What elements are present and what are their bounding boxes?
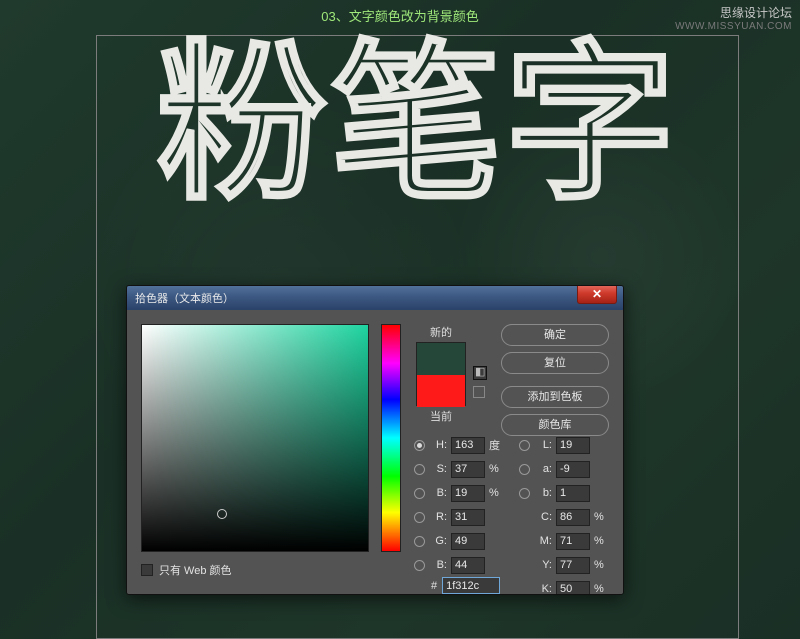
web-only-row: 只有 Web 颜色 — [141, 562, 232, 578]
input-y[interactable] — [556, 557, 590, 574]
page-instruction: 03、文字颜色改为背景颜色 — [321, 6, 478, 25]
radio-bb[interactable] — [414, 560, 425, 571]
swatch-current[interactable] — [417, 375, 465, 407]
radio-s[interactable] — [414, 464, 425, 475]
input-a[interactable] — [556, 461, 590, 478]
hex-row: # — [431, 577, 500, 594]
radio-bv[interactable] — [414, 488, 425, 499]
input-s[interactable] — [451, 461, 485, 478]
color-lib-button[interactable]: 颜色库 — [501, 414, 609, 436]
radio-r[interactable] — [414, 512, 425, 523]
radio-h[interactable] — [414, 440, 425, 451]
web-only-checkbox[interactable] — [141, 564, 153, 576]
watermark-line1: 思缘设计论坛 — [675, 4, 792, 21]
reset-button[interactable]: 复位 — [501, 352, 609, 374]
web-only-label: 只有 Web 颜色 — [159, 562, 232, 578]
chalk-text: 粉笔字 — [157, 39, 679, 210]
dialog-titlebar[interactable]: 拾色器（文本颜色） ✕ — [127, 286, 623, 310]
radio-a[interactable] — [519, 464, 530, 475]
input-l[interactable] — [556, 437, 590, 454]
color-picker-dialog: 拾色器（文本颜色） ✕ 新的 当前 确定 复位 添加到色板 颜色库 H:度 S:… — [126, 285, 624, 595]
new-current-swatch: 新的 当前 — [416, 324, 466, 426]
input-h[interactable] — [451, 437, 485, 454]
close-button[interactable]: ✕ — [577, 285, 617, 304]
input-b2[interactable] — [556, 485, 590, 502]
input-hex[interactable] — [442, 577, 500, 594]
dialog-body: 新的 当前 确定 复位 添加到色板 颜色库 H:度 S:% B:% R: G: … — [127, 310, 623, 594]
hue-slider[interactable] — [381, 324, 401, 552]
radio-b2[interactable] — [519, 488, 530, 499]
input-m[interactable] — [556, 533, 590, 550]
radio-g[interactable] — [414, 536, 425, 547]
input-k[interactable] — [556, 581, 590, 596]
hex-label: # — [431, 580, 437, 592]
saturation-value-field[interactable] — [141, 324, 369, 552]
lab-cmyk-fields: L: a: b: C:% M:% Y:% K:% — [519, 434, 608, 595]
input-bb[interactable] — [451, 557, 485, 574]
swatch-new[interactable] — [417, 343, 465, 375]
radio-l[interactable] — [519, 440, 530, 451]
ok-button[interactable]: 确定 — [501, 324, 609, 346]
watermark-line2: WWW.MISSYUAN.COM — [675, 21, 792, 32]
websafe-warning-icon[interactable] — [473, 386, 485, 398]
gamut-warning-icon[interactable] — [473, 366, 487, 380]
input-g[interactable] — [451, 533, 485, 550]
sv-marker[interactable] — [217, 509, 227, 519]
hsb-rgb-fields: H:度 S:% B:% R: G: B: — [414, 434, 503, 578]
watermark: 思缘设计论坛 WWW.MISSYUAN.COM — [675, 4, 792, 32]
input-bv[interactable] — [451, 485, 485, 502]
add-swatch-button[interactable]: 添加到色板 — [501, 386, 609, 408]
label-new: 新的 — [416, 324, 466, 340]
dialog-title: 拾色器（文本颜色） — [135, 290, 234, 306]
label-current: 当前 — [416, 408, 466, 424]
input-r[interactable] — [451, 509, 485, 526]
input-c[interactable] — [556, 509, 590, 526]
close-icon: ✕ — [592, 287, 602, 301]
